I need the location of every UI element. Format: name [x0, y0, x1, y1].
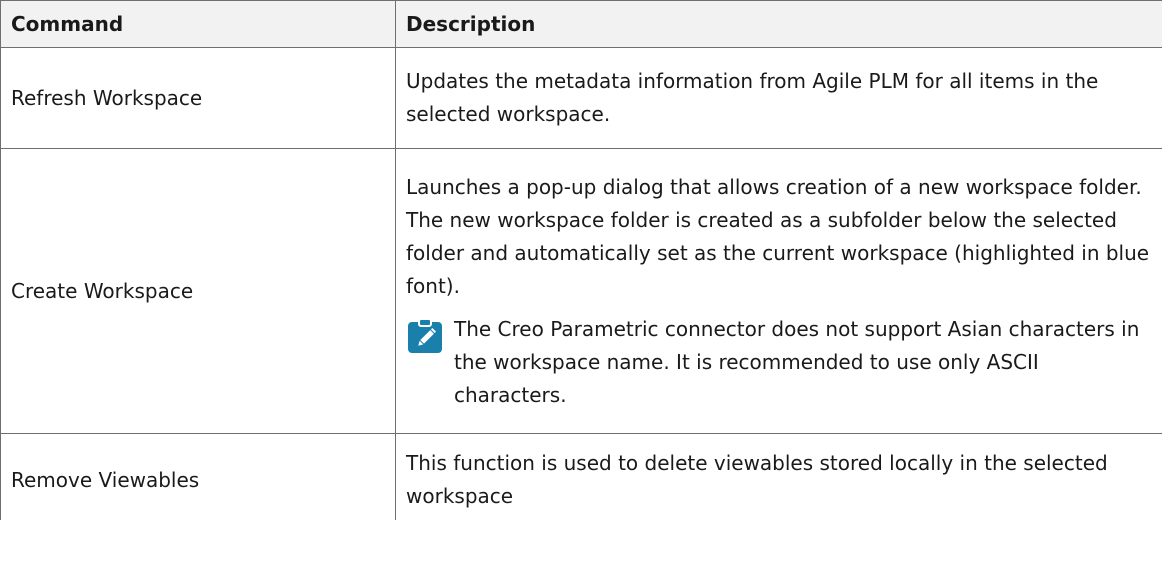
note-block: The Creo Parametric connector does not s… — [406, 313, 1150, 412]
header-row: Command Description — [0, 0, 1162, 48]
table-row: Refresh Workspace Updates the metadata i… — [0, 47, 1162, 149]
pencil-note-icon — [408, 317, 442, 353]
description-text: Updates the metadata information from Ag… — [406, 69, 1099, 126]
table-row: Create Workspace Launches a pop-up dialo… — [0, 148, 1162, 434]
header-command: Command — [0, 0, 396, 48]
command-cell-create-workspace: Create Workspace — [0, 148, 396, 434]
header-description: Description — [395, 0, 1162, 48]
command-cell-refresh-workspace: Refresh Workspace — [0, 47, 396, 149]
description-cell: Launches a pop-up dialog that allows cre… — [395, 148, 1162, 434]
command-table: Command Description Refresh Workspace Up… — [0, 0, 1162, 520]
table-body: Refresh Workspace Updates the metadata i… — [0, 47, 1162, 520]
table-header: Command Description — [0, 0, 1162, 48]
description-text: This function is used to delete viewable… — [406, 451, 1108, 508]
description-cell: Updates the metadata information from Ag… — [395, 47, 1162, 149]
note-text: The Creo Parametric connector does not s… — [454, 316, 1140, 407]
description-text: Launches a pop-up dialog that allows cre… — [406, 174, 1150, 298]
description-cell: This function is used to delete viewable… — [395, 433, 1162, 520]
table-row: Remove Viewables This function is used t… — [0, 433, 1162, 520]
command-cell-remove-viewables: Remove Viewables — [0, 433, 396, 520]
